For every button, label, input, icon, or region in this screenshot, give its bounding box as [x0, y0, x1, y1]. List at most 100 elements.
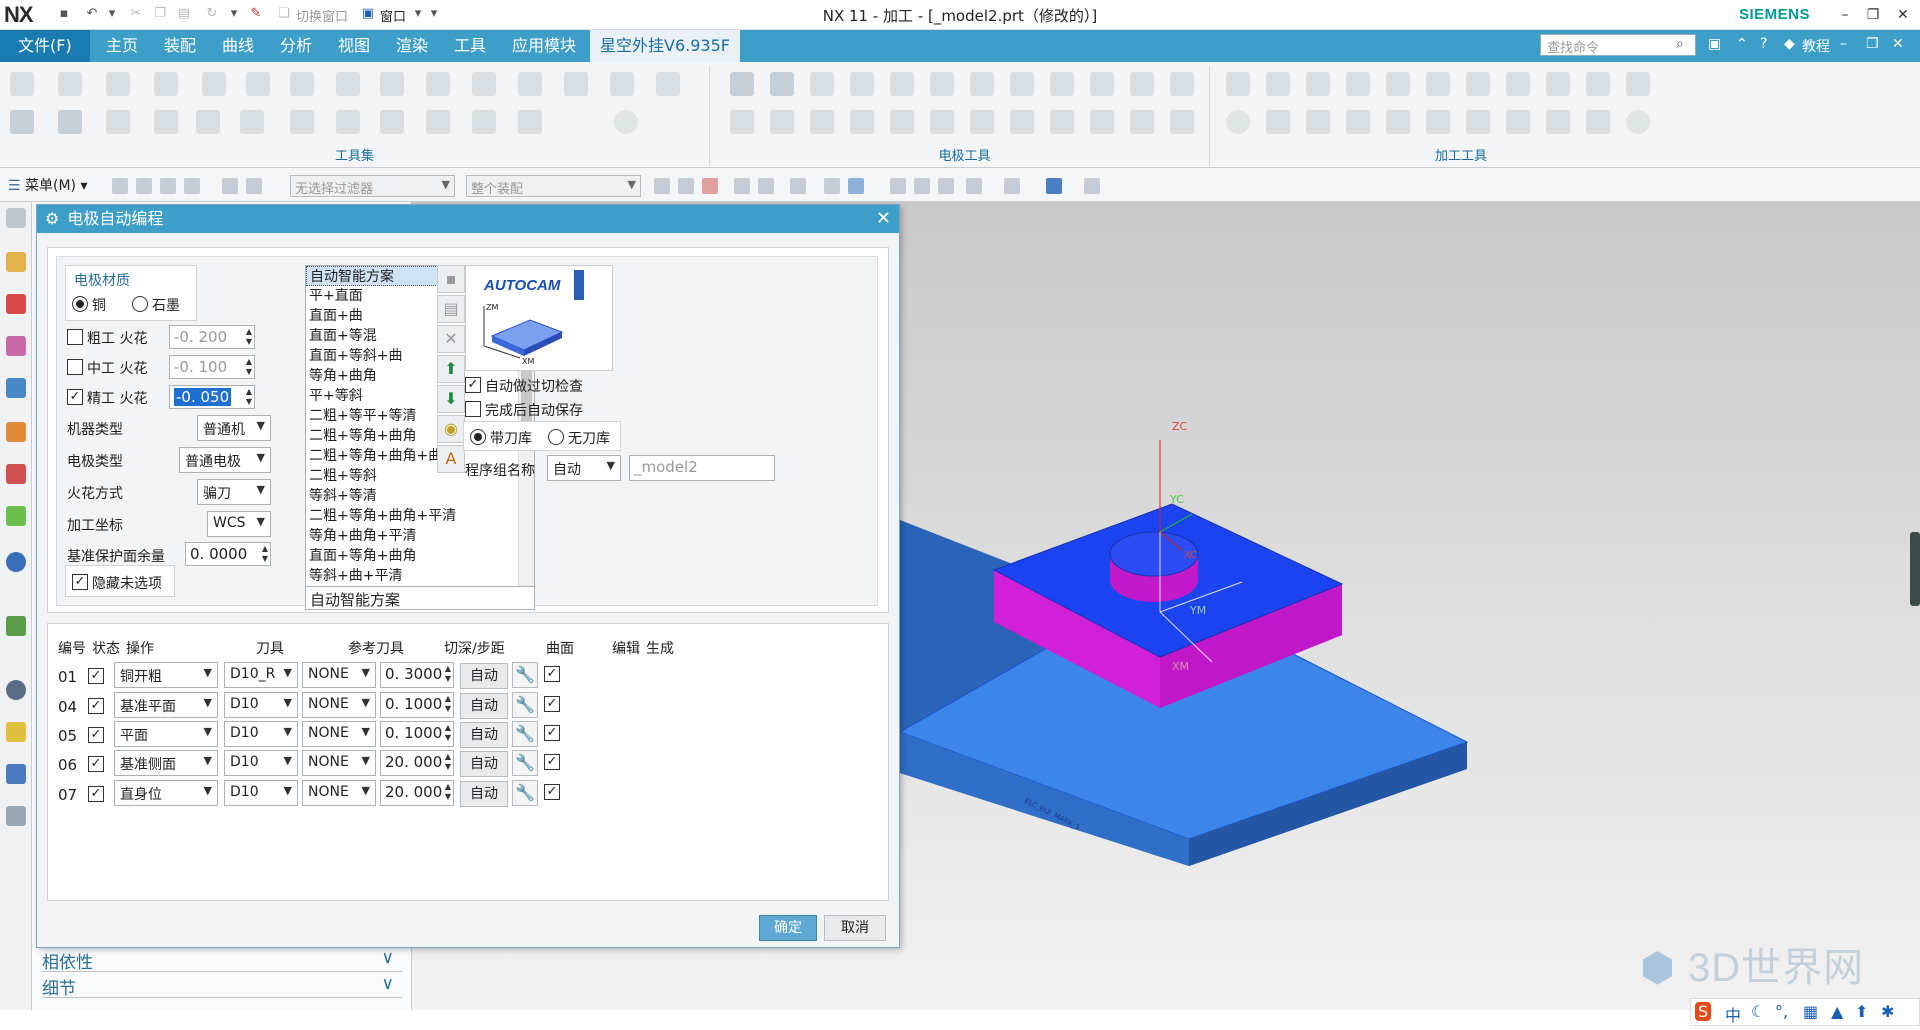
- machining-icon-2[interactable]: [1266, 72, 1290, 96]
- tool-icon-14[interactable]: [610, 72, 634, 96]
- plan-list-item[interactable]: 等斜+等清: [306, 486, 534, 506]
- op-ref-tool-select[interactable]: NONE ▼: [302, 662, 376, 688]
- tool-icon-17[interactable]: [58, 110, 82, 134]
- part-navigator-icon[interactable]: [6, 252, 26, 272]
- view-icon-7[interactable]: [1084, 178, 1100, 194]
- tab-home[interactable]: 主页: [96, 30, 148, 62]
- electrode-icon-23[interactable]: [1130, 110, 1154, 134]
- nav-section-details[interactable]: 细节 ∨: [42, 974, 402, 999]
- wrench-icon[interactable]: 🔧: [512, 692, 538, 718]
- tool-icon-19[interactable]: [154, 110, 178, 134]
- electrode-icon-7[interactable]: [970, 72, 994, 96]
- customize-qa-icon[interactable]: ▾: [426, 6, 442, 22]
- collapse-ribbon-icon[interactable]: ⌃: [1736, 36, 1748, 52]
- ribbon-close-icon[interactable]: ✕: [1892, 36, 1904, 52]
- close-button[interactable]: ✕: [1888, 4, 1918, 26]
- assembly-scope-combo[interactable]: 整个装配 ▼: [466, 175, 641, 197]
- electrode-icon-2[interactable]: [770, 72, 794, 96]
- select-icon-1[interactable]: [112, 178, 128, 194]
- menu-button[interactable]: ☰ 菜单(M) ▾: [8, 175, 88, 195]
- select-icon-4[interactable]: [184, 178, 200, 194]
- select-icon-3[interactable]: [160, 178, 176, 194]
- op-tool-select[interactable]: D10_R ▼: [224, 662, 298, 688]
- op-surface-button[interactable]: 自动: [460, 781, 508, 807]
- tab-assembly[interactable]: 装配: [154, 30, 206, 62]
- op-generate-checkbox[interactable]: ✓: [544, 696, 560, 712]
- sogou-icon[interactable]: S: [1695, 1002, 1712, 1021]
- circle-icon[interactable]: [614, 110, 638, 134]
- op-tool-select[interactable]: D10 ▼: [224, 750, 298, 776]
- machining-icon-17[interactable]: [1426, 110, 1450, 134]
- select-icon-2[interactable]: [136, 178, 152, 194]
- wrench-icon[interactable]: 🔧: [512, 662, 538, 688]
- settings-icon[interactable]: [6, 208, 26, 228]
- snap-icon-4[interactable]: [734, 178, 750, 194]
- tab-applications[interactable]: 应用模块: [502, 30, 586, 62]
- constraint-navigator-icon[interactable]: [6, 336, 26, 356]
- electrode-icon-10[interactable]: [1090, 72, 1114, 96]
- tool-icon-26[interactable]: [472, 110, 496, 134]
- save-plan-button[interactable]: ▪: [437, 265, 465, 293]
- command-search-input[interactable]: 查找命令: [1540, 34, 1696, 56]
- cube-view-icon[interactable]: [1046, 178, 1062, 194]
- op-ref-tool-select[interactable]: NONE ▼: [302, 780, 376, 806]
- search-icon[interactable]: ⌕: [1676, 36, 1684, 52]
- auto-save-checkbox[interactable]: [465, 401, 481, 417]
- electrode-icon-15[interactable]: [810, 110, 834, 134]
- electrode-icon-19[interactable]: [970, 110, 994, 134]
- op-depth-input[interactable]: 0. 3000 ▲ ▼: [380, 662, 454, 688]
- view-icon-4[interactable]: [966, 178, 982, 194]
- rough-spark-input[interactable]: -0. 200 ▲ ▼: [169, 325, 255, 349]
- rough-spark-checkbox[interactable]: [67, 329, 83, 345]
- op-operation-select[interactable]: 直身位 ▼: [114, 780, 218, 806]
- machining-icon-13[interactable]: [1266, 110, 1290, 134]
- spark-mode-select[interactable]: 骗刀 ▼: [197, 479, 271, 505]
- machining-icon-3[interactable]: [1306, 72, 1330, 96]
- tool-icon-22[interactable]: [290, 110, 314, 134]
- op-status-checkbox[interactable]: ✓: [88, 756, 104, 772]
- switch-window-label[interactable]: 切换窗口: [296, 6, 348, 25]
- machining-icon-9[interactable]: [1546, 72, 1570, 96]
- electrode-icon-12[interactable]: [1170, 72, 1194, 96]
- system-scene-icon[interactable]: [6, 764, 26, 784]
- tool-icon-8[interactable]: [336, 72, 360, 96]
- skin-icon[interactable]: ▲: [1831, 1002, 1843, 1021]
- plan-list-item[interactable]: 等斜+曲+平清: [306, 566, 534, 586]
- tool-icon-18[interactable]: [106, 110, 130, 134]
- view-icon-1[interactable]: [890, 178, 906, 194]
- import-plan-button[interactable]: ▤: [437, 295, 465, 323]
- auto-gouge-check-checkbox[interactable]: ✓: [465, 377, 481, 393]
- op-tool-select[interactable]: D10 ▼: [224, 721, 298, 747]
- tool-icon-23[interactable]: [336, 110, 360, 134]
- panel-icon[interactable]: ▣: [1708, 36, 1721, 52]
- tool-icon-11[interactable]: [472, 72, 496, 96]
- plan-list-item[interactable]: 直面+等角+曲角: [306, 546, 534, 566]
- paste-icon[interactable]: ▤: [176, 6, 192, 22]
- electrode-icon-9[interactable]: [1050, 72, 1074, 96]
- base-protect-input[interactable]: 0. 0000 ▲ ▼: [185, 542, 271, 566]
- cut-icon[interactable]: ✂: [128, 6, 144, 22]
- electrode-icon-16[interactable]: [850, 110, 874, 134]
- material-graphite-radio[interactable]: [132, 296, 148, 312]
- medium-spark-checkbox[interactable]: [67, 359, 83, 375]
- refresh-icon[interactable]: [938, 178, 954, 194]
- tool-icon-4[interactable]: [154, 72, 178, 96]
- machine-tool-navigator-icon[interactable]: [6, 422, 26, 442]
- render-style-icon[interactable]: [1004, 178, 1020, 194]
- resize-grip[interactable]: [1910, 532, 1920, 606]
- electrode-icon-11[interactable]: [1130, 72, 1154, 96]
- operation-navigator-icon[interactable]: [6, 378, 26, 398]
- machining-icon-7[interactable]: [1466, 72, 1490, 96]
- window-dropdown-icon[interactable]: ▾: [410, 6, 426, 22]
- op-operation-select[interactable]: 铜开粗 ▼: [114, 662, 218, 688]
- tools-icon[interactable]: ✱: [1881, 1002, 1894, 1021]
- snap-icon-7[interactable]: [824, 178, 840, 194]
- snap-icon-5[interactable]: [758, 178, 774, 194]
- tool-icon-27[interactable]: [518, 110, 542, 134]
- electrode-icon-17[interactable]: [890, 110, 914, 134]
- window-icon[interactable]: ▣: [360, 6, 376, 22]
- move-down-button[interactable]: ⬇: [437, 385, 465, 413]
- machining-icon-6[interactable]: [1426, 72, 1450, 96]
- electrode-icon-3[interactable]: [810, 72, 834, 96]
- op-generate-checkbox[interactable]: ✓: [544, 725, 560, 741]
